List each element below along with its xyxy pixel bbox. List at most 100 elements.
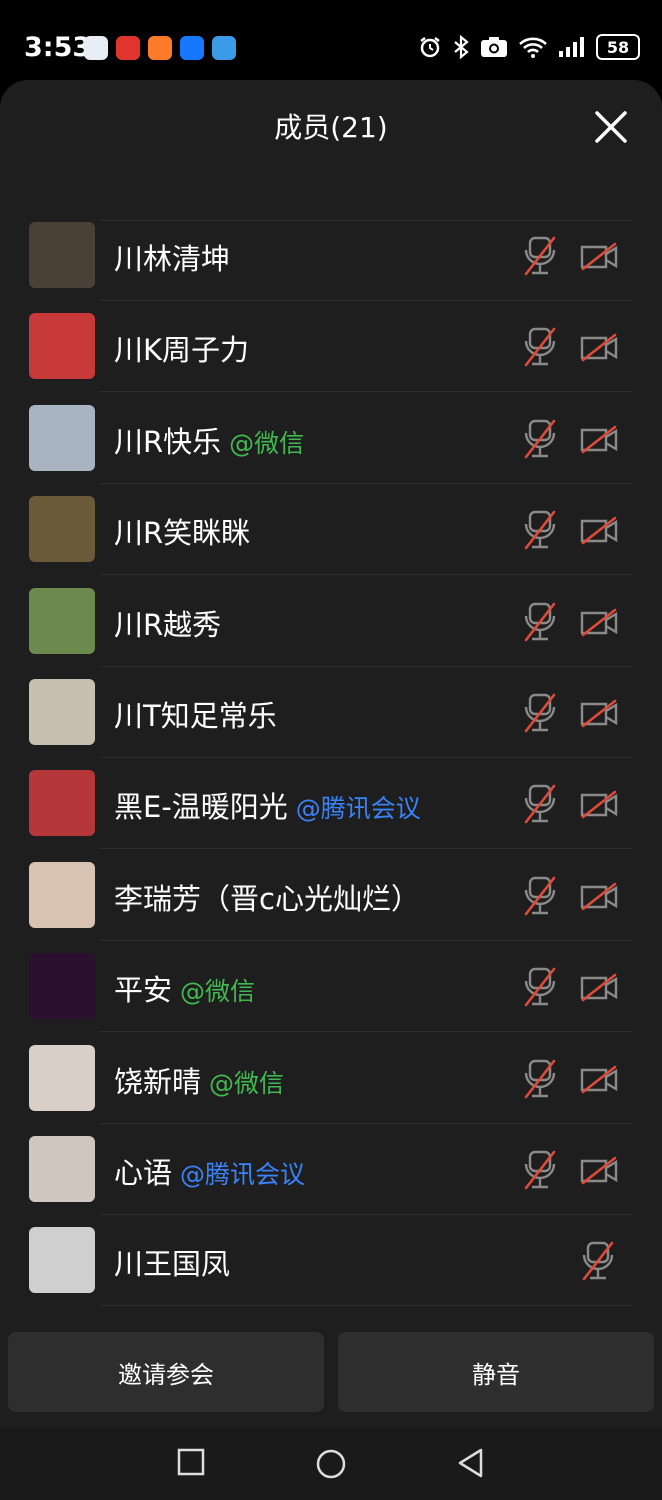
close-icon[interactable] bbox=[594, 110, 628, 144]
row-divider bbox=[100, 1305, 632, 1307]
status-time: 3:53 bbox=[24, 32, 92, 63]
member-name: 平安 bbox=[114, 973, 173, 1008]
camera-off-icon[interactable] bbox=[580, 881, 618, 911]
member-name-line: 川T知足常乐 bbox=[114, 693, 277, 735]
mic-muted-icon[interactable] bbox=[522, 693, 558, 733]
camera-off-icon[interactable] bbox=[580, 515, 618, 545]
member-name-line: 川K周子力 bbox=[114, 327, 249, 369]
app-icon bbox=[212, 36, 236, 60]
member-name-line: 川R笑眯眯 bbox=[114, 510, 250, 552]
alipay-icon bbox=[180, 36, 204, 60]
member-row[interactable]: 李瑞芳（晋c心光灿烂） bbox=[0, 850, 662, 941]
qq-icon bbox=[84, 36, 108, 60]
member-name: 川王国凤 bbox=[114, 1247, 231, 1282]
member-name: 川K周子力 bbox=[114, 333, 250, 368]
member-name: 心语 bbox=[114, 1156, 173, 1190]
member-name: 川R快乐 bbox=[114, 424, 222, 459]
avatar bbox=[29, 496, 95, 563]
member-name-line: 李瑞芳（晋c心光灿烂） bbox=[114, 876, 420, 918]
avatar bbox=[29, 679, 95, 745]
member-name-line: 平安 @微信 bbox=[114, 967, 255, 1009]
avatar bbox=[29, 953, 95, 1020]
member-source-tag: @微信 bbox=[229, 428, 305, 458]
back-icon[interactable] bbox=[457, 1448, 485, 1478]
camera-off-icon[interactable] bbox=[580, 698, 618, 728]
camera-off-icon[interactable] bbox=[580, 1064, 618, 1094]
member-source-tag: @腾讯会议 bbox=[180, 1160, 306, 1189]
member-name-line: 川R越秀 bbox=[114, 602, 221, 644]
recents-icon[interactable] bbox=[177, 1448, 205, 1476]
camera-off-icon[interactable] bbox=[580, 424, 618, 454]
member-row[interactable]: 川R越秀 bbox=[0, 576, 662, 667]
sheet-title: 成员(21) bbox=[274, 111, 388, 144]
member-name: 川R笑眯眯 bbox=[114, 516, 251, 551]
member-name: 黑E-温暖阳光 bbox=[114, 790, 288, 825]
mic-muted-icon[interactable] bbox=[522, 236, 558, 276]
camera-off-icon[interactable] bbox=[580, 972, 618, 1002]
alarm-icon bbox=[420, 37, 440, 58]
navigation-bar bbox=[0, 1428, 662, 1500]
avatar bbox=[29, 1136, 95, 1202]
member-row[interactable]: 黑E-温暖阳光 @腾讯会议 bbox=[0, 758, 662, 850]
member-source-tag: @腾讯会议 bbox=[295, 794, 421, 824]
signal-icon bbox=[559, 37, 584, 57]
member-row[interactable]: 川王国凤 bbox=[0, 1215, 662, 1307]
mic-muted-icon[interactable] bbox=[522, 510, 558, 550]
bluetooth-icon bbox=[454, 35, 469, 59]
mic-muted-icon[interactable] bbox=[522, 784, 558, 824]
member-name-line: 川R快乐 @微信 bbox=[114, 419, 304, 461]
camera-off-icon[interactable] bbox=[580, 607, 618, 637]
sheet-header: 成员(21) bbox=[0, 80, 662, 172]
member-name: 饶新晴 bbox=[114, 1064, 202, 1099]
avatar bbox=[29, 1227, 95, 1294]
mic-muted-icon[interactable] bbox=[580, 1241, 616, 1281]
invite-button[interactable]: 邀请参会 bbox=[8, 1332, 324, 1412]
avatar bbox=[29, 404, 95, 471]
member-source-tag: @微信 bbox=[209, 1068, 285, 1098]
notification-icons bbox=[84, 36, 236, 60]
mic-muted-icon[interactable] bbox=[522, 327, 558, 367]
member-name-line: 川林清坤 bbox=[114, 236, 230, 278]
members-sheet: 成员(21) 川林清坤 川K周子力 川R快乐 @微信 川R笑眯眯 川R越秀 川T知足常乐 黑E… bbox=[0, 80, 662, 1428]
wifi-icon bbox=[519, 37, 547, 58]
member-row[interactable]: 川T知足常乐 bbox=[0, 667, 662, 758]
camera-off-icon[interactable] bbox=[580, 241, 618, 271]
avatar bbox=[29, 313, 95, 380]
member-row[interactable]: 川K周子力 bbox=[0, 301, 662, 393]
mic-muted-icon[interactable] bbox=[522, 876, 558, 916]
system-icons: 58 bbox=[418, 34, 640, 60]
mic-muted-icon[interactable] bbox=[522, 967, 558, 1007]
mic-muted-icon[interactable] bbox=[522, 602, 558, 642]
avatar bbox=[29, 222, 95, 288]
battery-indicator: 58 bbox=[596, 34, 640, 60]
member-source-tag: @微信 bbox=[180, 977, 256, 1007]
mic-muted-icon[interactable] bbox=[522, 1150, 558, 1190]
member-row[interactable]: 川林清坤 bbox=[0, 210, 662, 301]
home-icon[interactable] bbox=[315, 1448, 347, 1480]
member-name: 川R越秀 bbox=[114, 607, 222, 642]
app-icon bbox=[148, 36, 172, 60]
avatar bbox=[29, 587, 95, 654]
member-name-line: 川王国凤 bbox=[114, 1241, 230, 1283]
mic-muted-icon[interactable] bbox=[522, 419, 558, 459]
member-list[interactable]: 川林清坤 川K周子力 川R快乐 @微信 川R笑眯眯 川R越秀 川T知足常乐 黑E-温暖阳光 @腾… bbox=[0, 210, 662, 1318]
member-row[interactable]: 平安 @微信 bbox=[0, 941, 662, 1033]
member-row[interactable]: 心语 @腾讯会议 bbox=[0, 1124, 662, 1215]
camera-icon bbox=[481, 37, 507, 57]
mute-all-button[interactable]: 静音 bbox=[338, 1332, 654, 1412]
avatar bbox=[29, 1044, 95, 1111]
member-name: 李瑞芳（晋c心光灿烂） bbox=[114, 881, 420, 916]
member-row[interactable]: 川R笑眯眯 bbox=[0, 484, 662, 576]
member-row[interactable]: 川R快乐 @微信 bbox=[0, 393, 662, 484]
member-name-line: 饶新晴 @微信 bbox=[114, 1059, 284, 1101]
camera-off-icon[interactable] bbox=[580, 332, 618, 362]
mic-muted-icon[interactable] bbox=[522, 1059, 558, 1099]
action-bar: 邀请参会 静音 bbox=[0, 1318, 662, 1428]
avatar bbox=[29, 861, 95, 928]
status-bar: 3:53 58 bbox=[0, 0, 662, 80]
member-row[interactable]: 饶新晴 @微信 bbox=[0, 1033, 662, 1124]
camera-off-icon[interactable] bbox=[580, 1155, 618, 1185]
avatar bbox=[29, 770, 95, 837]
member-name-line: 黑E-温暖阳光 @腾讯会议 bbox=[114, 784, 421, 826]
camera-off-icon[interactable] bbox=[580, 789, 618, 819]
